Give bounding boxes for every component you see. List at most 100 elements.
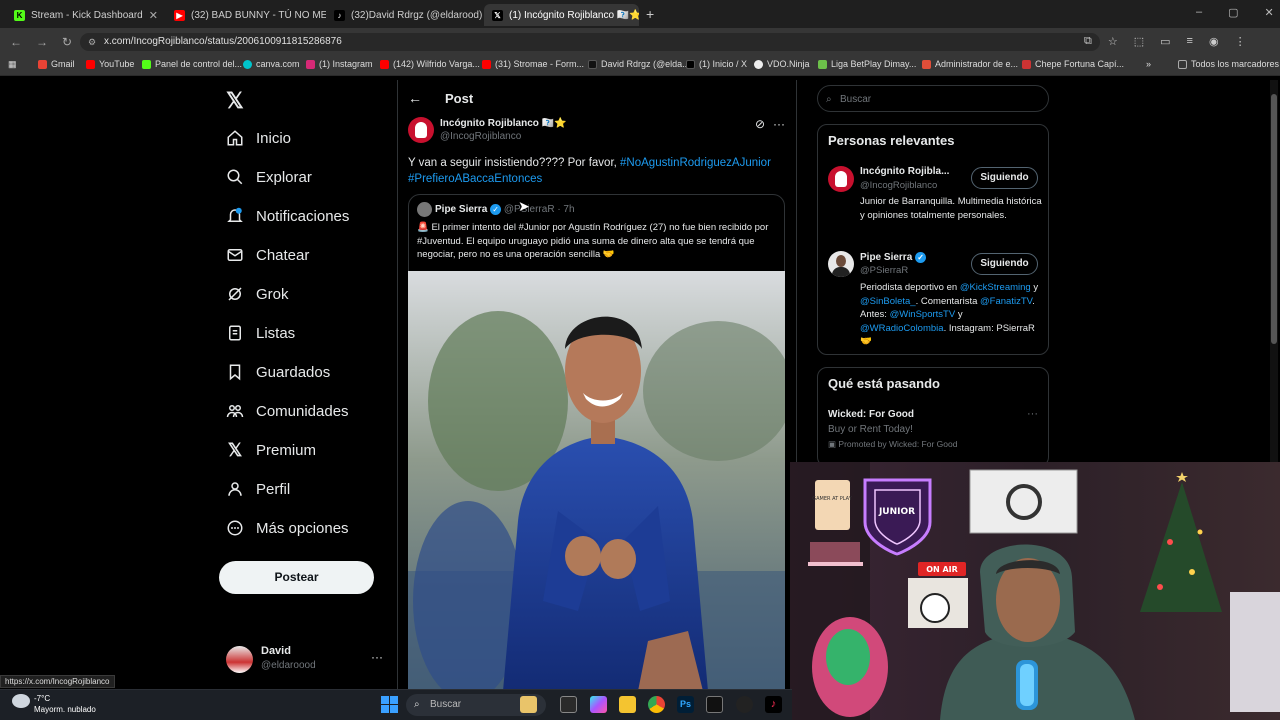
- nav-inicio[interactable]: Inicio: [226, 123, 291, 153]
- webcam-badge-text: JUNIOR: [878, 507, 915, 517]
- x-premium-icon: 𝕏: [227, 439, 243, 460]
- hashtag-link[interactable]: #PrefieroABaccaEntonces: [408, 173, 542, 185]
- file-explorer-icon[interactable]: [619, 696, 636, 713]
- bookmark-gmail[interactable]: Gmail: [38, 59, 75, 69]
- apps-icon[interactable]: ▦: [8, 59, 17, 70]
- nav-explorar[interactable]: Explorar: [226, 162, 312, 192]
- bookmark-youtube[interactable]: YouTube: [86, 59, 134, 69]
- person-avatar[interactable]: [828, 166, 854, 192]
- nav-comunidades[interactable]: Comunidades: [226, 396, 349, 426]
- search-input[interactable]: ⌕ Buscar: [817, 85, 1049, 112]
- bookmark-admin[interactable]: Administrador de e...: [922, 59, 1018, 69]
- bookmark-icon: [229, 364, 241, 381]
- bookmark-x[interactable]: (1) Inicio / X: [686, 59, 747, 69]
- nav-perfil[interactable]: Perfil: [226, 474, 290, 504]
- following-button[interactable]: Siguiendo: [971, 167, 1038, 189]
- weather-icon[interactable]: [12, 694, 30, 708]
- author-handle[interactable]: @IncogRojiblanco: [440, 131, 521, 142]
- app-icon[interactable]: [736, 696, 753, 713]
- close-tab-icon[interactable]: ✕: [149, 9, 158, 22]
- toolbar-icons: ⧉ ☆ ⬚ ▭ ≡ ◉ ⋮: [1084, 35, 1246, 48]
- profile-icon[interactable]: ◉: [1209, 35, 1219, 48]
- bookmark-kick[interactable]: Panel de control del...: [142, 59, 242, 69]
- site-info-icon[interactable]: ⚙: [88, 33, 96, 51]
- communities-icon: [226, 405, 244, 418]
- trend-more-icon[interactable]: ···: [1027, 408, 1038, 420]
- x-logo-icon[interactable]: 𝕏: [226, 88, 244, 114]
- search-icon: ⌕: [414, 699, 420, 710]
- tab-kick[interactable]: K Stream - Kick Dashboard ✕: [6, 4, 166, 26]
- post-photo[interactable]: [408, 271, 785, 691]
- copilot-icon[interactable]: [590, 696, 607, 713]
- close-window-icon[interactable]: ✕: [1265, 6, 1274, 19]
- chrome-icon[interactable]: [648, 696, 665, 713]
- bookmark-instagram[interactable]: (1) Instagram: [306, 59, 373, 69]
- tab-youtube[interactable]: ▶ (32) BAD BUNNY - TÚ NO METI ✕: [166, 4, 326, 26]
- nav-premium[interactable]: 𝕏 Premium: [226, 435, 316, 465]
- person-name[interactable]: Pipe Sierra ✓: [860, 252, 927, 263]
- x-logo-icon: 𝕏: [492, 9, 503, 21]
- nav-guardados[interactable]: Guardados: [226, 357, 330, 387]
- bookmarks-overflow-icon[interactable]: »: [1146, 59, 1151, 69]
- minimize-icon[interactable]: –: [1196, 6, 1202, 19]
- webcam-overlay: JUNIOR GAMER AT PLAY ON AIR: [790, 462, 1280, 720]
- bookmark-youtube-3[interactable]: (31) Stromae - Form...: [482, 59, 584, 69]
- install-icon[interactable]: ⧉: [1084, 35, 1092, 48]
- task-view-icon[interactable]: [560, 696, 577, 713]
- author-avatar[interactable]: [408, 117, 434, 143]
- author-name[interactable]: Incógnito Rojiblanco 🇮🇮⭐: [440, 118, 567, 129]
- trend-title[interactable]: Wicked: For Good: [828, 409, 914, 420]
- nav-mas-opciones[interactable]: Más opciones: [226, 513, 349, 543]
- photoshop-icon[interactable]: Ps: [677, 696, 694, 713]
- new-tab-button[interactable]: +: [646, 6, 654, 22]
- person-handle[interactable]: @PSierraR: [860, 265, 908, 276]
- person-handle[interactable]: @IncogRojiblanco: [860, 180, 937, 191]
- account-name: David: [261, 645, 291, 657]
- sidebar-icon[interactable]: ▭: [1160, 35, 1170, 48]
- back-icon[interactable]: ←: [10, 35, 22, 49]
- post-button[interactable]: Postear: [219, 561, 374, 594]
- person-avatar[interactable]: [828, 251, 854, 277]
- hashtag-link[interactable]: #NoAgustinRodriguezAJunior: [620, 157, 771, 169]
- nav-buttons: ← → ↻: [10, 35, 72, 49]
- tab-x-active[interactable]: 𝕏 (1) Incógnito Rojiblanco 🇮🇮⭐ ✕: [484, 4, 639, 26]
- url-bar[interactable]: ⚙ x.com/IncogRojiblanco/status/200610091…: [80, 33, 1100, 51]
- obs-icon[interactable]: [706, 696, 723, 713]
- maximize-icon[interactable]: ▢: [1228, 6, 1238, 19]
- nav-chatear[interactable]: Chatear: [226, 240, 309, 270]
- bookmark-tiktok[interactable]: David Rdrgz (@elda...: [588, 59, 690, 69]
- following-button[interactable]: Siguiendo: [971, 253, 1038, 275]
- taskbar-widget-icon[interactable]: [520, 696, 537, 713]
- post-more-icon[interactable]: ···: [773, 117, 785, 131]
- relevant-people-title: Personas relevantes: [828, 133, 955, 148]
- bookmark-star-icon[interactable]: ☆: [1108, 35, 1118, 48]
- bookmark-chepe[interactable]: Chepe Fortuna Capí...: [1022, 59, 1124, 69]
- bookmark-canva[interactable]: canva.com: [243, 59, 300, 69]
- account-switcher[interactable]: David @eldaroood ···: [226, 644, 386, 676]
- nav-grok[interactable]: Grok: [226, 279, 289, 309]
- nav-listas[interactable]: Listas: [226, 318, 295, 348]
- grok-icon: [228, 287, 242, 301]
- youtube-icon: ▶: [174, 9, 185, 21]
- extensions-icon[interactable]: ⬚: [1134, 35, 1144, 48]
- tiktok-icon[interactable]: ♪: [765, 696, 782, 713]
- forward-icon[interactable]: →: [36, 35, 48, 49]
- media-icon[interactable]: ≡: [1187, 35, 1193, 48]
- menu-icon[interactable]: ⋮: [1235, 35, 1246, 48]
- bookmark-youtube-2[interactable]: (142) Wilfrido Varga...: [380, 59, 480, 69]
- person-name[interactable]: Incógnito Rojibla...: [860, 166, 949, 177]
- bookmark-vdo-ninja[interactable]: VDO.Ninja: [754, 59, 810, 69]
- weather-widget[interactable]: -7°C Mayorm. nublado: [34, 693, 96, 715]
- more-icon[interactable]: ···: [371, 650, 383, 664]
- back-arrow-icon[interactable]: ←: [408, 90, 422, 106]
- quote-text: 🚨 El primer intento del #Junior por Agus…: [417, 222, 769, 260]
- all-bookmarks[interactable]: Todos los marcadores: [1178, 59, 1279, 69]
- tab-tiktok[interactable]: ♪ (32)David Rdrgz (@eldarood) | ✕: [326, 4, 486, 26]
- windows-start-icon[interactable]: [381, 696, 398, 713]
- grok-icon[interactable]: ⊘: [755, 117, 765, 131]
- scrollbar-thumb[interactable]: [1271, 94, 1277, 344]
- reload-icon[interactable]: ↻: [62, 35, 72, 49]
- nav-notificaciones[interactable]: Notificaciones: [226, 201, 349, 231]
- bookmark-liga-betplay[interactable]: Liga BetPlay Dimay...: [818, 59, 916, 69]
- quote-avatar: [417, 202, 432, 217]
